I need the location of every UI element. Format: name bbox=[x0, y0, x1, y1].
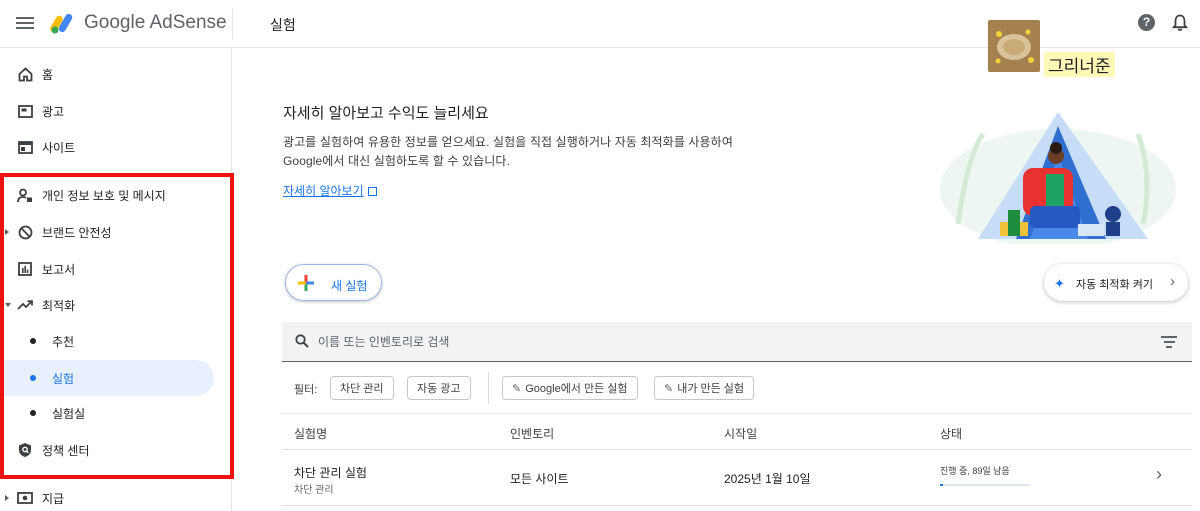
sidebar-item-label: 광고 bbox=[42, 104, 65, 119]
search-icon bbox=[295, 334, 309, 348]
chevron-right-icon[interactable]: › bbox=[1156, 464, 1162, 485]
chip-label: 내가 만든 실험 bbox=[677, 383, 745, 395]
sidebar-item-label: 브랜드 안전성 bbox=[42, 225, 112, 240]
column-header-name[interactable]: 실험명 bbox=[294, 425, 327, 442]
chip-label: 차단 관리 bbox=[340, 383, 384, 395]
sidebar-item-recommendations[interactable]: 추천 bbox=[0, 325, 232, 357]
experiment-illustration bbox=[940, 112, 1176, 244]
magic-wand-icon: ✎ bbox=[512, 382, 522, 395]
menu-icon[interactable] bbox=[16, 14, 34, 32]
adsense-logo-icon bbox=[50, 13, 73, 34]
experiment-status: 진행 중, 89일 남음 bbox=[940, 466, 1010, 476]
column-header-status[interactable]: 상태 bbox=[940, 425, 962, 442]
filter-label: 필터: bbox=[294, 384, 318, 396]
sidebar-item-label: 지급 bbox=[42, 491, 65, 506]
sidebar-item-label: 홈 bbox=[42, 67, 54, 82]
sidebar-item-label: 개인 정보 보호 및 메시지 bbox=[42, 188, 166, 203]
table-row[interactable]: 차단 관리 실험 차단 관리 모든 사이트 2025년 1월 10일 진행 중,… bbox=[282, 450, 1192, 506]
experiment-start-date: 2025년 1월 10일 bbox=[724, 472, 811, 486]
user-name: 그리너준 bbox=[1044, 52, 1115, 77]
sidebar-nav: 홈 광고 사이트 개인 정보 보호 및 메시지 브랜드 안전성 보고서 최적화 … bbox=[0, 49, 232, 511]
collapse-arrow-icon[interactable] bbox=[5, 303, 11, 307]
intro-title: 자세히 알아보고 수익도 늘리세요 bbox=[283, 105, 489, 122]
bullet-icon bbox=[30, 338, 36, 344]
filter-chip-auto-ads[interactable]: 자동 광고 bbox=[407, 376, 471, 400]
page-title: 실험 bbox=[270, 17, 296, 33]
filter-chip-my-experiments[interactable]: ✎ 내가 만든 실험 bbox=[654, 376, 755, 400]
help-icon[interactable]: ? bbox=[1138, 14, 1155, 31]
trending-up-icon bbox=[16, 296, 34, 314]
search-input[interactable] bbox=[318, 332, 1018, 352]
expand-arrow-icon[interactable] bbox=[5, 495, 9, 501]
filter-chip-block-management[interactable]: 차단 관리 bbox=[330, 376, 394, 400]
experiment-name: 차단 관리 실험 bbox=[294, 466, 367, 480]
avatar-image-icon bbox=[988, 20, 1040, 72]
auto-optimize-label: 자동 최적화 켜기 bbox=[1076, 279, 1153, 291]
sidebar-item-privacy-messaging[interactable]: 개인 정보 보호 및 메시지 bbox=[0, 179, 232, 211]
column-header-inventory[interactable]: 인벤토리 bbox=[510, 425, 554, 442]
ads-icon bbox=[16, 102, 34, 120]
bullet-icon bbox=[30, 410, 36, 416]
experiment-inventory: 모든 사이트 bbox=[510, 472, 569, 486]
search-bar bbox=[282, 322, 1192, 362]
sidebar-item-label: 최적화 bbox=[42, 298, 76, 313]
experiment-progress-bar bbox=[940, 484, 1030, 486]
sidebar-item-sites[interactable]: 사이트 bbox=[0, 131, 232, 163]
expand-arrow-icon[interactable] bbox=[5, 229, 9, 235]
sidebar-item-brand-safety[interactable]: 브랜드 안전성 bbox=[0, 216, 232, 248]
chip-label: 자동 광고 bbox=[417, 383, 461, 395]
sidebar-item-label: 실험실 bbox=[52, 406, 86, 421]
sidebar-item-label: 보고서 bbox=[42, 262, 76, 277]
header-divider bbox=[232, 8, 233, 40]
sidebar-item-experiments[interactable]: 실험 bbox=[0, 360, 214, 396]
learn-more-link[interactable]: 자세히 알아보기 bbox=[283, 182, 377, 199]
sidebar-item-policy-center[interactable]: 정책 센터 bbox=[0, 434, 232, 466]
filter-list-icon[interactable] bbox=[1161, 336, 1177, 348]
user-avatar[interactable] bbox=[988, 20, 1040, 72]
chip-divider bbox=[488, 372, 489, 404]
sidebar-item-optimization[interactable]: 최적화 bbox=[0, 289, 232, 321]
sidebar-item-label: 정책 센터 bbox=[42, 443, 90, 458]
auto-optimize-button[interactable]: ✦ 자동 최적화 켜기 › bbox=[1044, 264, 1188, 301]
chevron-right-icon: › bbox=[1170, 273, 1175, 290]
payments-icon bbox=[16, 489, 34, 507]
sidebar-item-reports[interactable]: 보고서 bbox=[0, 253, 232, 285]
sidebar-item-labs[interactable]: 실험실 bbox=[0, 397, 232, 429]
brand-name: Google AdSense bbox=[84, 12, 227, 33]
new-experiment-label: 새 실험 bbox=[331, 279, 368, 293]
chip-label: Google에서 만든 실험 bbox=[525, 383, 628, 395]
new-experiment-button[interactable]: 새 실험 bbox=[285, 264, 382, 301]
bullet-icon bbox=[30, 375, 36, 381]
table-header: 실험명 인벤토리 시작일 상태 bbox=[282, 413, 1192, 450]
reports-icon bbox=[16, 260, 34, 278]
sidebar-item-ads[interactable]: 광고 bbox=[0, 95, 232, 127]
home-icon bbox=[16, 65, 34, 83]
sidebar-item-home[interactable]: 홈 bbox=[0, 58, 232, 90]
intro-description: 광고를 실험하여 유용한 정보를 얻으세요. 실험을 직접 실행하거나 자동 최… bbox=[283, 135, 733, 168]
sidebar-item-payments[interactable]: 지급 bbox=[0, 482, 232, 511]
learn-more-label: 자세히 알아보기 bbox=[283, 184, 364, 198]
filter-chip-google-experiments[interactable]: ✎ Google에서 만든 실험 bbox=[502, 376, 638, 400]
policy-shield-icon bbox=[16, 441, 34, 459]
sidebar-item-label: 추천 bbox=[52, 334, 75, 349]
experiment-type: 차단 관리 bbox=[294, 485, 334, 496]
sidebar-item-label: 실험 bbox=[52, 371, 75, 386]
notifications-bell-icon[interactable] bbox=[1172, 14, 1188, 32]
open-in-new-icon bbox=[367, 187, 377, 196]
sidebar-item-label: 사이트 bbox=[42, 140, 76, 155]
block-icon bbox=[16, 223, 34, 241]
column-header-start-date[interactable]: 시작일 bbox=[724, 425, 757, 442]
sites-icon bbox=[16, 138, 34, 156]
plus-icon bbox=[298, 275, 314, 291]
privacy-icon bbox=[16, 186, 34, 204]
sparkle-icon: ✦ bbox=[1054, 276, 1065, 291]
magic-wand-icon: ✎ bbox=[664, 382, 674, 395]
